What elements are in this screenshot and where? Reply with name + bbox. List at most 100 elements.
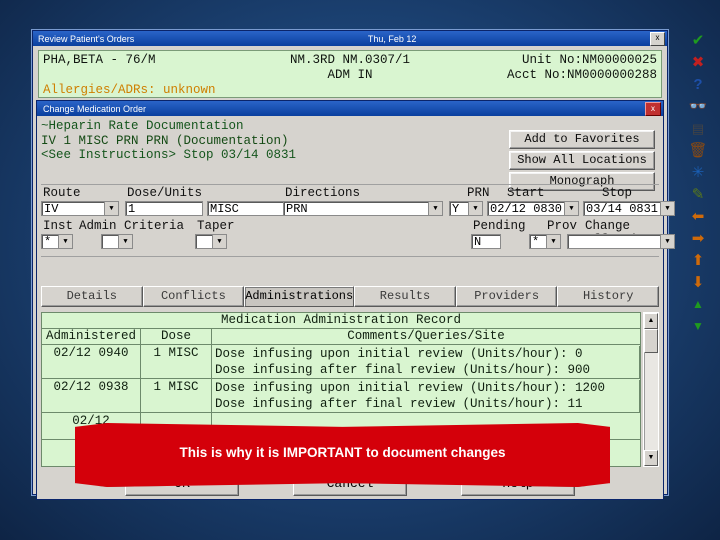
scrollbar-thumb[interactable] <box>644 329 658 353</box>
prn-label: PRN <box>467 186 490 200</box>
mar-comments-1: Dose infusing upon initial review (Units… <box>212 379 640 412</box>
mar-comments-0: Dose infusing upon initial review (Units… <box>212 345 640 378</box>
stop-datetime-combo[interactable]: 03/14 0831 ▼ <box>583 201 675 216</box>
table-row[interactable]: 02/12 0938 1 MISC Dose infusing upon ini… <box>42 379 640 413</box>
prn-combo[interactable]: Y ▼ <box>449 201 483 216</box>
taper-label: Taper <box>197 219 235 233</box>
chevron-down-icon[interactable]: ▼ <box>660 202 674 215</box>
pencil-icon[interactable]: ✎ <box>687 184 709 204</box>
help-question-icon[interactable]: ? <box>687 74 709 94</box>
mar-dose-1: 1 MISC <box>141 379 212 412</box>
mar-comment-line: Dose infusing after final review (Units/… <box>215 396 640 412</box>
admin-criteria-value <box>104 235 118 248</box>
binoculars-icon[interactable]: 👓 <box>687 96 709 116</box>
review-orders-date: Thu, Feb 12 <box>367 33 417 44</box>
arrow-down-icon[interactable]: ⬇ <box>687 272 709 292</box>
admin-criteria-combo[interactable]: ▼ <box>101 234 133 249</box>
route-value: IV <box>44 202 59 215</box>
change-order-close-button[interactable]: x <box>645 101 661 116</box>
arrow-left-icon[interactable]: ⬅ <box>687 206 709 226</box>
chevron-down-icon[interactable]: ▼ <box>468 202 482 215</box>
double-arrow-down-icon[interactable]: ▼ <box>687 316 709 336</box>
tab-conflicts[interactable]: Conflicts <box>142 286 245 307</box>
mar-header-row: Administered Dose Comments/Queries/Site <box>42 329 640 345</box>
arrow-up-icon[interactable]: ⬆ <box>687 250 709 270</box>
mar-col-dose: Dose <box>141 329 212 344</box>
trash-icon[interactable]: 🗑 <box>687 140 709 160</box>
chevron-down-icon[interactable]: ▼ <box>104 202 118 215</box>
mar-comment-line: Dose infusing after final review (Units/… <box>215 362 640 378</box>
mar-col-comments: Comments/Queries/Site <box>347 329 505 343</box>
chevron-down-icon[interactable]: ▼ <box>564 202 578 215</box>
pending-input[interactable]: N <box>471 234 501 249</box>
mar-comment-line: Dose infusing upon initial review (Units… <box>215 346 640 362</box>
admin-criteria-label: Admin Criteria <box>79 219 185 233</box>
mar-title: Medication Administration Record <box>42 313 640 329</box>
prov-combo[interactable]: * ▼ <box>529 234 561 249</box>
review-orders-close-button[interactable]: x <box>650 31 665 46</box>
start-datetime-combo[interactable]: 02/12 0830 ▼ <box>487 201 579 216</box>
order-route-line: IV 1 MISC PRN PRN (Documentation) <box>41 133 289 148</box>
pending-label: Pending <box>473 219 526 233</box>
route-combo[interactable]: IV ▼ <box>41 201 119 216</box>
patient-acct-no: Acct No:NM0000000288 <box>506 68 657 82</box>
mar-administered-0: 02/12 0940 <box>42 345 141 378</box>
important-notice-text: This is why it is IMPORTANT to document … <box>179 445 506 460</box>
arrow-right-icon[interactable]: ➡ <box>687 228 709 248</box>
directions-value: PRN <box>286 202 308 215</box>
tab-providers[interactable]: Providers <box>455 286 558 307</box>
double-arrow-up-icon[interactable]: ▲ <box>687 294 709 314</box>
taper-value <box>198 235 212 248</box>
snowflake-icon[interactable]: ✳ <box>687 162 709 182</box>
show-all-locations-button[interactable]: Show All Locations <box>509 151 655 170</box>
start-value: 02/12 0830 <box>490 202 563 215</box>
inst-combo[interactable]: * ▼ <box>41 234 73 249</box>
patient-allergies: Allergies/ADRs: unknown <box>43 83 216 97</box>
order-summary-text: ~Heparin Rate Documentation IV 1 MISC PR… <box>41 119 541 163</box>
chevron-down-icon[interactable]: ▼ <box>58 235 72 248</box>
mar-dose-0: 1 MISC <box>141 345 212 378</box>
mar-comment-line: Dose infusing upon initial review (Units… <box>215 380 640 396</box>
table-row[interactable]: 02/12 0940 1 MISC Dose infusing upon ini… <box>42 345 640 379</box>
tab-history[interactable]: History <box>557 286 659 307</box>
calculator-icon[interactable]: ▤ <box>687 118 709 138</box>
dose-units-label: Dose/Units <box>127 186 203 200</box>
inst-value: * <box>44 235 52 248</box>
patient-header-panel: PHA,BETA - 76/M NM.3RD NM.0307/1 Unit No… <box>38 50 662 98</box>
patient-location: NM.3RD NM.0307/1 <box>289 53 411 67</box>
directions-combo[interactable]: PRN ▼ <box>283 201 443 216</box>
check-icon[interactable]: ✔ <box>687 30 709 50</box>
close-x-icon[interactable]: ✖ <box>687 52 709 72</box>
tab-administrations[interactable]: Administrations <box>244 286 355 307</box>
review-orders-titlebar[interactable]: Review Patient's Orders Thu, Feb 12 x <box>33 31 667 46</box>
tab-results[interactable]: Results <box>354 286 456 307</box>
dose-input[interactable]: 1 <box>125 201 203 216</box>
taper-combo[interactable]: ▼ <box>195 234 227 249</box>
change-order-titlebar[interactable]: Change Medication Order x <box>37 101 663 116</box>
patient-unit-no: Unit No:NM00000025 <box>521 53 657 67</box>
mar-vertical-scrollbar[interactable]: ▲ ▼ <box>643 312 659 467</box>
route-label: Route <box>43 186 81 200</box>
right-toolbar: ✔ ✖ ? 👓 ▤ 🗑 ✳ ✎ ⬅ ➡ ⬆ ⬇ ▲ ▼ <box>684 30 712 338</box>
change-order-title: Change Medication Order <box>43 103 147 114</box>
tab-details[interactable]: Details <box>41 286 143 307</box>
prov-label: Prov <box>547 219 578 233</box>
desktop-background: ✔ ✖ ? 👓 ▤ 🗑 ✳ ✎ ⬅ ➡ ⬆ ⬇ ▲ ▼ Review Patie… <box>0 0 720 540</box>
patient-admit-status: ADM IN <box>327 68 373 82</box>
chevron-down-icon[interactable]: ▼ <box>212 235 226 248</box>
scroll-up-icon[interactable]: ▲ <box>644 313 658 329</box>
start-label: Start <box>507 186 545 200</box>
mar-administered-1: 02/12 0938 <box>42 379 141 412</box>
scroll-down-icon[interactable]: ▼ <box>644 450 658 466</box>
chevron-down-icon[interactable]: ▼ <box>118 235 132 248</box>
change-effective-combo[interactable]: ▼ <box>567 234 675 249</box>
order-instructions-line: <See Instructions> Stop 03/14 0831 <box>41 148 297 162</box>
chevron-down-icon[interactable]: ▼ <box>660 235 674 248</box>
directions-label: Directions <box>285 186 361 200</box>
chevron-down-icon[interactable]: ▼ <box>428 202 442 215</box>
stop-value: 03/14 0831 <box>586 202 659 215</box>
mar-col-administered: Administered <box>42 329 141 344</box>
prn-value: Y <box>452 202 460 215</box>
add-to-favorites-button[interactable]: Add to Favorites <box>509 130 655 149</box>
chevron-down-icon[interactable]: ▼ <box>546 235 560 248</box>
